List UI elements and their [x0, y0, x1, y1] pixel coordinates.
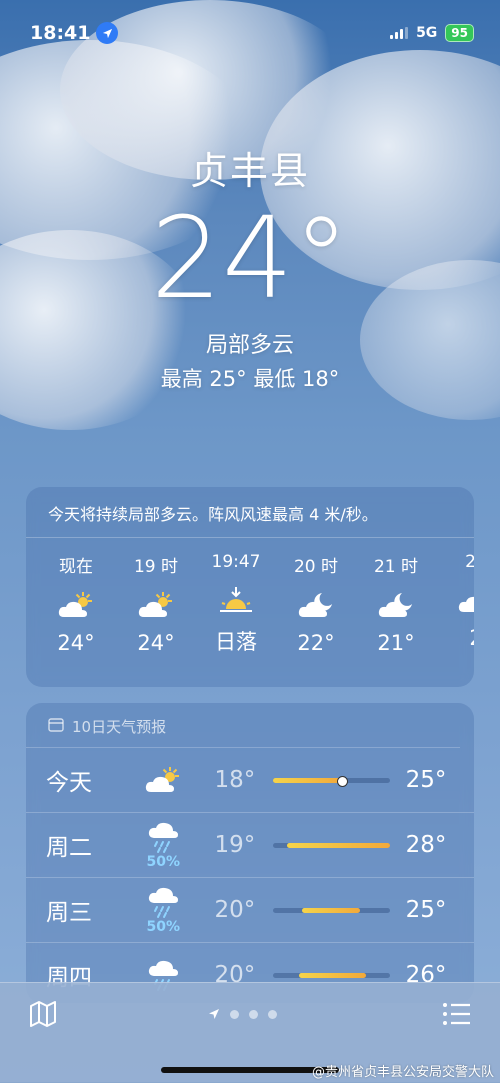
- status-bar: 18:41 5G 95: [30, 18, 474, 48]
- temperature-range-bar: [273, 907, 390, 913]
- city-name: 贞丰县: [189, 149, 310, 193]
- day-row[interactable]: 今天 18° 25°: [26, 748, 474, 813]
- hour-label: 21 时: [373, 557, 419, 577]
- current-weather: 贞丰县 24° 局部多云 最高 25° 最低 18°: [0, 140, 500, 393]
- low-temperature: 20°: [214, 897, 256, 923]
- current-temperature: 24°: [150, 194, 350, 324]
- high-temperature: 25°: [405, 767, 447, 793]
- day-label: 今天: [46, 770, 92, 796]
- day-label: 周三: [46, 900, 92, 926]
- precipitation-chance: 50%: [146, 854, 180, 870]
- calendar-icon: [48, 717, 64, 736]
- map-icon[interactable]: [28, 999, 58, 1029]
- partly-cloudy-moon-icon: [276, 585, 356, 625]
- watermark: @贵州省贞丰县公安局交警大队: [311, 1065, 494, 1080]
- precipitation-chance: 50%: [146, 919, 180, 935]
- low-temperature: 19°: [214, 832, 256, 858]
- battery-icon: 95: [445, 24, 474, 42]
- hour-item: 19:47 日落: [196, 552, 276, 656]
- high-low-temperature: 最高 25° 最低 18°: [160, 367, 340, 391]
- partly-cloudy-sun-icon: [36, 585, 116, 625]
- rain-icon: 50%: [129, 820, 197, 870]
- signal-icon: [390, 27, 409, 39]
- network-type: 5G: [416, 25, 438, 41]
- low-temperature: 18°: [214, 767, 256, 793]
- temperature-range-bar: [273, 842, 390, 848]
- battery-level: 95: [451, 26, 468, 40]
- hour-label: 20 时: [293, 557, 339, 577]
- bottom-toolbar: @贵州省贞丰县公安局交警大队: [0, 982, 500, 1083]
- ten-day-title: 10日天气预报: [72, 718, 167, 736]
- partly-cloudy-moon-icon: [356, 585, 436, 625]
- hourly-forecast-card[interactable]: 今天将持续局部多云。阵风风速最高 4 米/秒。 现在 24° 19 时 24° 19:4…: [26, 487, 474, 687]
- hour-item: 20 时 22°: [276, 552, 356, 656]
- current-temp-marker: [336, 775, 348, 787]
- day-rows: 今天 18° 25° 周二 50% 19° 28° 周三 50% 20° 25° 周四 20° 26°: [26, 748, 474, 1003]
- status-time: 18:41: [30, 22, 91, 44]
- current-location-page-icon: [208, 1005, 220, 1024]
- temperature-range-bar: [273, 775, 390, 787]
- day-row[interactable]: 周三 50% 20° 25°: [26, 878, 474, 943]
- hour-label: 19:47: [211, 552, 261, 572]
- hour-label: 22: [465, 552, 474, 572]
- hour-value: 24°: [57, 631, 95, 655]
- high-temperature: 28°: [405, 832, 447, 858]
- temperature-range-fill: [273, 777, 341, 783]
- hour-value: 21°: [377, 631, 415, 655]
- location-arrow-icon: [96, 22, 119, 44]
- hour-item: 现在 24°: [36, 552, 116, 656]
- hour-item: 222: [436, 552, 474, 656]
- hour-value: 24°: [137, 631, 175, 655]
- hour-item: 19 时 24°: [116, 552, 196, 656]
- hour-label: 19 时: [133, 557, 179, 577]
- rain-icon: 50%: [129, 885, 197, 935]
- temperature-range-fill: [302, 907, 361, 913]
- list-icon[interactable]: [442, 1001, 472, 1027]
- page-dot: [268, 1010, 277, 1019]
- sunset-icon: [196, 580, 276, 620]
- status-right: 5G 95: [390, 24, 474, 42]
- status-time-group: 18:41: [30, 22, 119, 44]
- day-row[interactable]: 周二 50% 19° 28°: [26, 813, 474, 878]
- hourly-strip[interactable]: 现在24°19 时24°19:47日落20 时22°21 时21°222: [26, 538, 474, 656]
- day-label: 周二: [46, 835, 92, 861]
- current-condition: 局部多云: [205, 333, 294, 358]
- hour-value: 2: [436, 626, 474, 650]
- hour-label: 现在: [59, 557, 93, 577]
- temperature-range-fill: [287, 842, 390, 848]
- forecast-summary: 今天将持续局部多云。阵风风速最高 4 米/秒。: [26, 487, 474, 538]
- ten-day-forecast-card[interactable]: 10日天气预报 今天 18° 25° 周二 50% 19° 28° 周三 50% 20° 25° 周四…: [26, 703, 474, 1003]
- page-dot: [249, 1010, 258, 1019]
- hour-item: 21 时 21°: [356, 552, 436, 656]
- partly-cloudy-sun-icon: [129, 765, 197, 795]
- page-indicator[interactable]: [208, 1005, 277, 1024]
- ten-day-header: 10日天气预报: [26, 703, 460, 748]
- hour-value: 日落: [215, 630, 257, 654]
- page-dot: [230, 1010, 239, 1019]
- temperature-range-fill: [298, 972, 367, 978]
- partly-cloudy-moon-icon: [436, 580, 474, 620]
- partly-cloudy-sun-icon: [116, 585, 196, 625]
- hour-value: 22°: [297, 631, 335, 655]
- temperature-range-bar: [273, 972, 390, 978]
- high-temperature: 25°: [405, 897, 447, 923]
